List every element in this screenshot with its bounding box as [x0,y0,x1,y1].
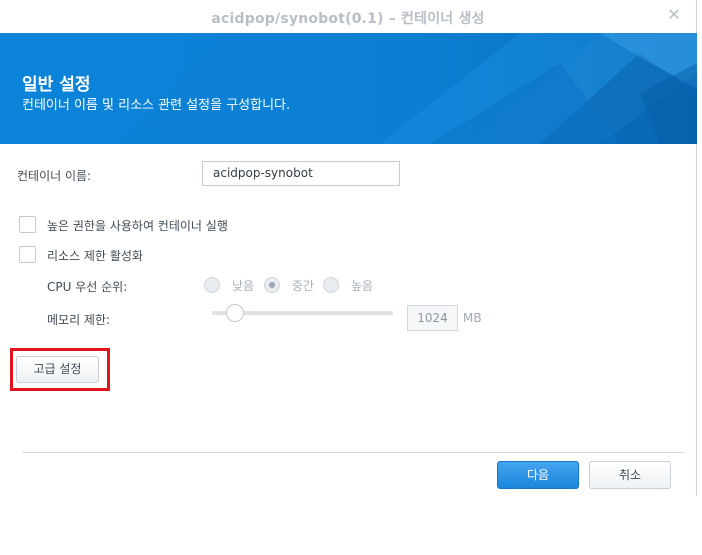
cpu-high-label: 높음 [351,279,374,293]
title-bar: acidpop/synobot(0.1) – 컨테이너 생성 ✕ [0,0,696,33]
header-banner: 일반 설정 컨테이너 이름 및 리소스 관련 설정을 구성합니다. [0,33,697,144]
cpu-priority-label: CPU 우선 순위: [47,280,128,294]
memory-value-input[interactable]: 1024 [407,305,458,331]
memory-slider-thumb[interactable] [226,304,244,322]
resource-limit-checkbox[interactable] [19,246,36,263]
container-create-dialog: acidpop/synobot(0.1) – 컨테이너 생성 ✕ 일반 설정 컨… [0,0,697,496]
container-name-label: 컨테이너 이름: [17,169,92,183]
banner-background [0,33,697,144]
window-title: acidpop/synobot(0.1) – 컨테이너 생성 [211,11,485,27]
privileged-checkbox[interactable] [19,216,36,233]
resource-limit-label: 리소스 제한 활성화 [47,249,143,263]
cpu-medium-label: 중간 [292,279,315,293]
close-icon[interactable]: ✕ [666,7,682,23]
banner-subtitle: 컨테이너 이름 및 리소스 관련 설정을 구성합니다. [22,98,291,113]
cpu-high-radio[interactable] [323,277,339,293]
footer-divider [22,452,684,453]
privileged-label: 높은 권한을 사용하여 컨테이너 실행 [47,219,228,233]
memory-limit-label: 메모리 제한: [47,313,111,327]
cpu-medium-radio[interactable] [264,277,280,293]
memory-unit: MB [463,311,482,325]
advanced-settings-button[interactable]: 고급 설정 [16,356,99,383]
cancel-button[interactable]: 취소 [589,461,671,489]
next-button[interactable]: 다음 [497,461,579,489]
cpu-low-radio[interactable] [204,277,220,293]
container-name-input[interactable]: acidpop-synobot [202,161,400,186]
cpu-low-label: 낮음 [232,279,255,293]
banner-title: 일반 설정 [22,75,91,95]
